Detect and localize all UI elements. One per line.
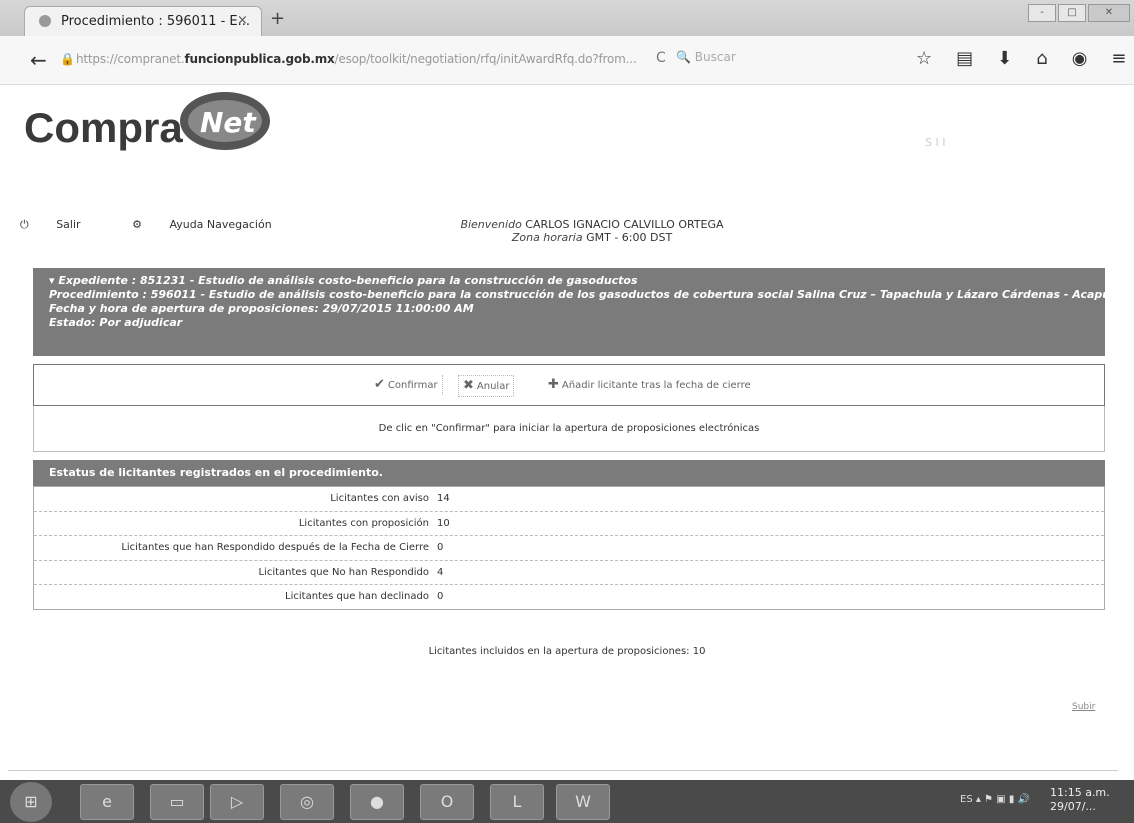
window-controls: - □ ✕ [1028,4,1130,22]
timezone-label: Zona horaria [511,231,583,244]
browser-nav-bar: ← 🔒 https://compranet.funcionpublica.gob… [0,36,1134,85]
anadir-licitante-button[interactable]: ✚ Añadir licitante tras la fecha de cierr… [544,375,755,395]
status-row: Licitantes que han Respondido después de… [34,536,1104,561]
ayuda-label: Ayuda Navegación [169,218,272,231]
search-input[interactable]: 🔍 Buscar [676,50,736,64]
included-count-text: Licitantes incluidos en la apertura de p… [428,646,706,657]
timezone-value: GMT - 6:00 DST [586,231,673,244]
status-table: Licitantes con aviso 14 Licitantes con pr… [33,486,1105,610]
home-icon[interactable]: ⌂ [1036,48,1047,69]
status-header: Estatus de licitantes registrados en el … [33,460,1105,486]
pocket-icon[interactable]: ◉ [1072,48,1088,69]
status-label: Licitantes con proposición [298,517,429,529]
site-favicon-icon [39,15,51,27]
bookmark-star-icon[interactable]: ☆ [916,48,932,69]
x-icon: ✖ [463,378,474,393]
tab-title: Procedimiento : 596011 - E... [61,14,251,29]
url-bar[interactable]: https://compranet.funcionpublica.gob.mx/… [76,52,637,66]
status-row: Licitantes con aviso 14 [34,487,1104,512]
status-label: Licitantes que han Respondido después de… [121,542,429,554]
user-links: ⏻ Salir ⚙ Ayuda Navegación [20,218,320,232]
url-prefix: https://compranet. [76,52,185,66]
status-label: Licitantes con aviso [330,493,429,505]
new-tab-button[interactable]: + [270,8,285,29]
clock-date: 29/07/... [1050,800,1096,813]
windows-taskbar: ⊞ e ▭ ▷ ◎ ● O L W ES ▴ ⚑ ▣ ▮ 🔊 11:15 a.m… [0,780,1134,823]
search-placeholder: Buscar [694,50,736,64]
url-domain: funcionpublica.gob.mx [184,52,335,66]
status-label: Licitantes que No han Respondido [258,566,429,578]
procedure-banner: ▾ Expediente : 851231 - Estudio de análi… [33,268,1128,356]
menu-icon[interactable]: ≡ [1111,48,1126,69]
toolbar-icons: ☆ ▤ ⬇ ⌂ ◉ ≡ [916,48,1127,69]
welcome-block: Bienvenido CARLOS IGNACIO CALVILLO ORTEG… [452,218,732,244]
lock-icon: 🔒 [60,52,75,66]
plus-icon: ✚ [548,377,559,392]
gear-icon: ⚙ [132,218,142,231]
status-row: Licitantes que han declinado 0 [34,585,1104,609]
action-toolbar: ✔ Confirmar ✖ Anular ✚ Añadir licitante tra… [33,364,1105,406]
ayuda-link[interactable]: ⚙ Ayuda Navegación [132,218,296,231]
reload-icon[interactable]: C [656,50,666,66]
clock[interactable]: 11:15 a.m. 29/07/... [1050,786,1110,814]
browser-tab[interactable]: Procedimiento : 596011 - E... × [24,6,262,37]
compranet-logo-text: Compra [24,104,183,151]
chrome-taskbar-icon[interactable]: ◎ [280,784,334,820]
confirmar-label: Confirmar [387,380,438,391]
close-tab-icon[interactable]: × [237,13,248,28]
salir-link[interactable]: ⏻ Salir [20,218,105,231]
status-value: 0 [437,542,444,554]
status-row: Licitantes con proposición 10 [34,512,1104,536]
language-indicator[interactable]: ES [960,794,973,805]
logo-net-text: Net [200,106,256,139]
download-icon[interactable]: ⬇ [997,48,1012,69]
firefox-taskbar-icon[interactable]: ● [350,784,404,820]
welcome-label: Bienvenido [460,218,522,231]
maximize-button[interactable]: □ [1058,4,1086,22]
estado-line: Estado: Por adjudicar [49,316,183,329]
subir-link[interactable]: Subir [1072,702,1095,712]
instruction-message: De clic en "Confirmar" para iniciar la a… [33,406,1105,452]
system-tray: ES ▴ ⚑ ▣ ▮ 🔊 [960,794,1030,805]
lync-taskbar-icon[interactable]: L [490,784,544,820]
salir-label: Salir [56,218,81,231]
user-name: CARLOS IGNACIO CALVILLO ORTEGA [525,218,724,231]
media-player-taskbar-icon[interactable]: ▷ [210,784,264,820]
minimize-button[interactable]: - [1028,4,1056,22]
explorer-taskbar-icon[interactable]: ▭ [150,784,204,820]
status-value: 4 [437,566,444,578]
outlook-taskbar-icon[interactable]: O [420,784,474,820]
status-row: Licitantes que No han Respondido 4 [34,561,1104,585]
confirmar-button[interactable]: ✔ Confirmar [370,375,443,395]
reading-list-icon[interactable]: ▤ [956,48,973,69]
status-value: 0 [437,591,444,603]
ie-taskbar-icon[interactable]: e [80,784,134,820]
browser-tab-bar: Procedimiento : 596011 - E... × + - □ ✕ [0,0,1134,37]
clock-time: 11:15 a.m. [1050,786,1110,799]
close-window-button[interactable]: ✕ [1088,4,1130,22]
status-value: 14 [437,493,450,505]
status-value: 10 [437,517,450,529]
start-button-icon[interactable]: ⊞ [10,782,52,822]
status-label: Licitantes que han declinado [285,591,429,603]
anular-button[interactable]: ✖ Anular [458,375,515,397]
anadir-label: Añadir licitante tras la fecha de cierre [561,380,751,391]
checkmark-icon: ✔ [374,377,385,392]
fecha-line: Fecha y hora de apertura de proposicione… [49,302,474,315]
url-path: /esop/toolkit/negotiation/rfq/initAwardR… [334,52,637,66]
anular-label: Anular [476,381,510,392]
procedimiento-line: Procedimiento : 596011 - Estudio de anál… [49,288,1128,301]
expediente-text: Expediente : 851231 - Estudio de análisi… [58,274,638,287]
search-icon: 🔍 [676,50,691,64]
word-taskbar-icon[interactable]: W [556,784,610,820]
expediente-line: ▾ Expediente : 851231 - Estudio de análi… [49,274,638,287]
header-right-mark: S I I [925,136,946,149]
power-icon: ⏻ [20,218,29,231]
back-arrow-icon[interactable]: ← [30,48,47,72]
